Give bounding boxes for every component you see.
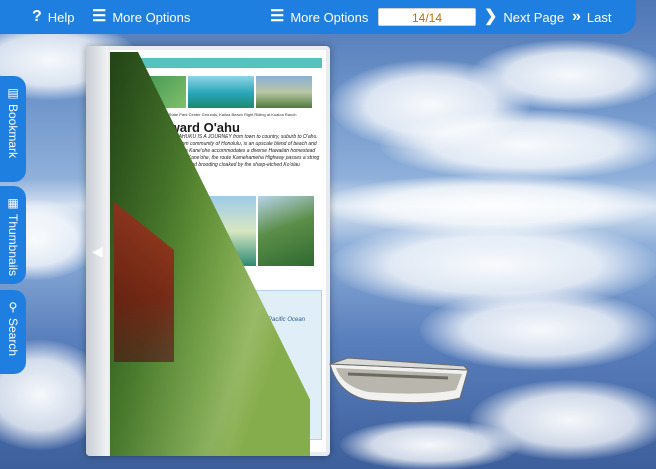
search-icon: ⚲ bbox=[8, 300, 18, 314]
double-chevron-right-icon: » bbox=[572, 8, 581, 25]
chevron-right-icon: ❯ bbox=[484, 8, 498, 25]
top-toolbar: ? Help ☰ More Options ☰ More Options 14/… bbox=[0, 0, 636, 34]
thumbnails-icon: ▦ bbox=[7, 196, 19, 210]
previous-page-arrow-icon[interactable]: ◀ bbox=[92, 243, 103, 260]
bookmark-icon: ▤ bbox=[7, 86, 19, 100]
page-number-input[interactable]: 14/14 bbox=[378, 8, 476, 26]
next-page-label: Next Page bbox=[503, 9, 565, 25]
more-options-label-2: More Options bbox=[290, 9, 369, 25]
more-options-label: More Options bbox=[112, 9, 191, 25]
rowboat-image bbox=[329, 357, 470, 404]
sidebar-item-label: Bookmark bbox=[6, 104, 20, 159]
help-button[interactable]: ? Help bbox=[32, 0, 75, 34]
more-options-button-2[interactable]: ☰ More Options bbox=[270, 0, 368, 34]
sidebar-tab-bookmark[interactable]: ▤ Bookmark bbox=[0, 76, 26, 182]
sidebar-item-label: Thumbnails bbox=[6, 214, 20, 277]
sidebar-tab-thumbnails[interactable]: ▦ Thumbnails bbox=[0, 186, 26, 284]
next-page-button[interactable]: ❯ Next Page bbox=[484, 0, 564, 34]
page-curl[interactable] bbox=[110, 52, 310, 456]
page-curl-shading bbox=[110, 52, 310, 456]
last-label: Last bbox=[586, 9, 612, 25]
help-label: Help bbox=[47, 9, 75, 25]
help-icon: ? bbox=[32, 8, 42, 25]
sidebar-tab-search[interactable]: ⚲ Search bbox=[0, 290, 26, 374]
list-menu-icon: ☰ bbox=[270, 8, 285, 25]
sidebar-item-label: Search bbox=[6, 318, 20, 357]
more-options-button[interactable]: ☰ More Options bbox=[92, 0, 190, 34]
last-page-button[interactable]: » Last bbox=[572, 0, 611, 34]
list-menu-icon: ☰ bbox=[92, 8, 107, 25]
